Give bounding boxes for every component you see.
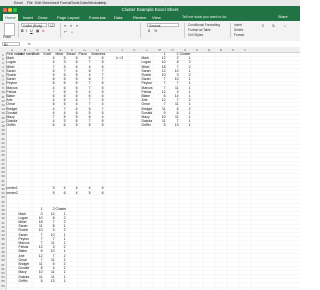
column-header-o[interactable]: O xyxy=(179,48,191,52)
sheet-cell[interactable]: 5 xyxy=(79,123,91,127)
tab-insert[interactable]: Insert xyxy=(23,14,33,21)
tab-view[interactable]: View xyxy=(152,14,161,21)
currency-icon[interactable]: $ xyxy=(148,29,150,33)
sheet-cell[interactable]: 5 xyxy=(92,123,104,127)
column-header-c[interactable]: C xyxy=(32,48,43,52)
column-header-b[interactable]: B xyxy=(18,48,32,52)
column-header-d[interactable]: D xyxy=(43,48,55,52)
sheet-cell[interactable]: Griffin xyxy=(19,279,28,283)
ribbon-divider xyxy=(60,23,61,38)
cell-styles-button[interactable]: Cell Styles xyxy=(188,33,203,37)
column-header-f[interactable]: F xyxy=(66,48,78,52)
column-header-h[interactable]: H xyxy=(91,48,104,52)
sheet-cell[interactable]: 1 xyxy=(56,279,66,283)
align-left-icon[interactable]: ≡ xyxy=(64,24,66,28)
column-header-i[interactable]: I xyxy=(104,48,116,52)
sheet-cell[interactable]: Date xyxy=(33,52,40,56)
column-header-g[interactable]: G xyxy=(78,48,91,52)
name-box[interactable]: B1 xyxy=(2,42,20,47)
sheet-cell[interactable]: 5 xyxy=(44,191,55,195)
excel-window: Excel File Edit View Insert Format Tools Data Wi… xyxy=(0,0,300,290)
sheet-cell[interactable]: 5 xyxy=(33,279,43,283)
tab-draw[interactable]: Draw xyxy=(38,14,47,21)
italic-button[interactable]: I xyxy=(26,29,27,33)
ribbon-divider xyxy=(140,23,141,38)
ribbon-home: Paste Calibri (Body) 12 B I U ▦ A ≡ ≡ ≡ … xyxy=(0,21,300,42)
bold-button[interactable]: B xyxy=(21,29,24,33)
column-header-n[interactable]: N xyxy=(166,48,179,52)
sheet-cell[interactable]: 13 xyxy=(44,279,55,283)
format-cells-button[interactable]: Format xyxy=(234,33,244,37)
conditional-formatting-button[interactable]: Conditional Formatting xyxy=(188,23,220,27)
underline-button[interactable]: U xyxy=(30,29,33,33)
format-as-table-button[interactable]: Format as Table xyxy=(188,28,211,32)
ribbon-divider xyxy=(230,23,231,38)
column-header-m[interactable]: M xyxy=(153,48,166,52)
sheet-cell[interactable]: Griffin xyxy=(142,123,151,127)
document-title: Cluster Example Excel Sheet xyxy=(121,7,179,12)
align-center-icon[interactable]: ≡ xyxy=(70,24,72,28)
tab-home[interactable]: Home xyxy=(3,14,18,21)
tab-page-layout[interactable]: Page Layout xyxy=(57,14,79,21)
column-header-j[interactable]: J xyxy=(116,48,128,52)
font-name-select[interactable]: Calibri (Body) xyxy=(21,23,47,28)
find-icon[interactable]: ⌕ xyxy=(284,24,286,28)
column-header-a[interactable]: A xyxy=(6,48,18,52)
sheet-cell[interactable]: 6 xyxy=(44,123,55,127)
tell-me-search[interactable]: Tell me what you want to do xyxy=(182,14,226,21)
tab-formulas[interactable]: Formulas xyxy=(89,14,106,21)
row-header[interactable]: 56 xyxy=(0,284,6,288)
column-header-p[interactable]: P xyxy=(191,48,203,52)
sheet-cell[interactable]: 5 xyxy=(79,191,91,195)
share-button[interactable]: Share xyxy=(278,14,288,21)
percent-icon[interactable]: % xyxy=(154,29,157,33)
sheet-cell[interactable]: k =3 xyxy=(117,56,124,60)
sheet-cell[interactable]: 1 xyxy=(180,123,191,127)
sheet-cell[interactable]: Griffin xyxy=(7,123,16,127)
align-right-icon[interactable]: ≡ xyxy=(76,24,78,28)
wrap-text-icon[interactable]: ↵ xyxy=(64,30,67,34)
merge-icon[interactable]: ⇔ xyxy=(70,30,74,34)
column-header-l[interactable]: L xyxy=(141,48,153,52)
column-header-t[interactable]: T xyxy=(239,48,251,52)
font-size-select[interactable]: 12 xyxy=(48,23,55,28)
column-header-q[interactable]: Q xyxy=(203,48,215,52)
sheet-cell[interactable]: 5 xyxy=(154,123,166,127)
sheet-cell[interactable]: 6 xyxy=(56,123,66,127)
column-header-s[interactable]: S xyxy=(227,48,239,52)
sheet-cell[interactable]: 6 xyxy=(92,191,104,195)
insert-cells-button[interactable]: Insert xyxy=(234,23,242,27)
sheet-cell[interactable]: 6 xyxy=(56,191,66,195)
ribbon-tabs: Tell me what you want to do Share Home In… xyxy=(0,14,300,21)
sheet-cell[interactable]: 5 xyxy=(67,123,78,127)
sheet-cell[interactable]: 4 xyxy=(67,191,78,195)
borders-icon[interactable]: ▦ xyxy=(36,29,39,33)
column-header-k[interactable]: K xyxy=(128,48,141,52)
tab-review[interactable]: Review xyxy=(133,14,146,21)
ribbon-divider xyxy=(184,23,185,38)
column-header-e[interactable]: E xyxy=(55,48,66,52)
column-header-r[interactable]: R xyxy=(215,48,227,52)
paste-button[interactable]: Paste xyxy=(3,35,11,39)
title-bar: Cluster Example Excel Sheet xyxy=(0,6,300,14)
sort-filter-icon[interactable]: ⇅ xyxy=(272,24,275,28)
sheet-cell[interactable]: 13 xyxy=(167,123,179,127)
delete-cells-button[interactable]: Delete xyxy=(234,28,243,32)
tab-data[interactable]: Data xyxy=(114,14,122,21)
number-format-select[interactable]: General xyxy=(147,23,179,28)
font-color-icon[interactable]: A xyxy=(42,29,44,33)
ribbon-divider xyxy=(18,23,19,38)
sheet-cell[interactable]: center2 xyxy=(7,191,18,195)
autosum-icon[interactable]: Σ xyxy=(262,24,264,28)
